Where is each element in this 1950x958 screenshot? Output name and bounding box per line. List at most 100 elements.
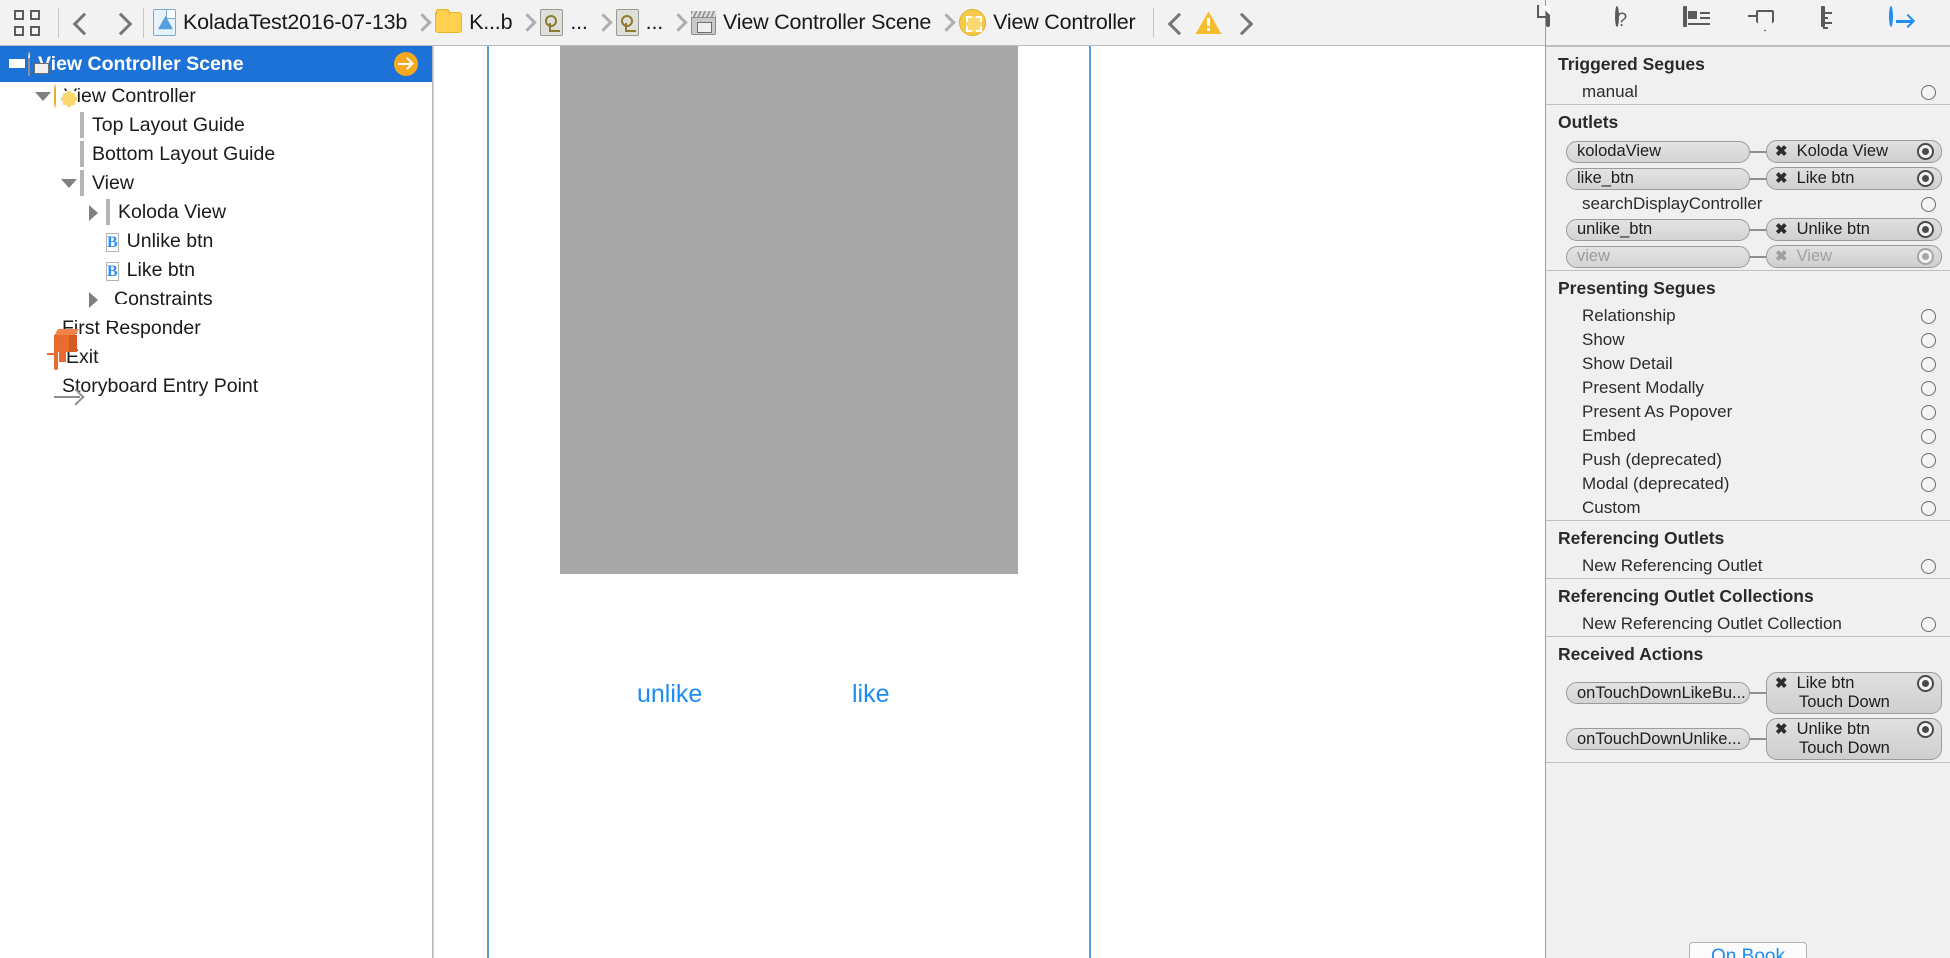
received-action-row[interactable]: onTouchDownUnlike... ✖ Unlike btn Touch Dow…: [1546, 716, 1950, 762]
referencing-outlet-collection-row[interactable]: New Referencing Outlet Collection: [1546, 612, 1950, 636]
connection-well-filled[interactable]: [1917, 721, 1934, 738]
presenting-segue-row[interactable]: Relationship: [1546, 304, 1950, 328]
scene-icon: [28, 51, 30, 76]
storyboard-canvas[interactable]: unlike like: [433, 46, 1545, 958]
connection-name-pill[interactable]: onTouchDownUnlike...: [1566, 728, 1750, 750]
connection-name-pill[interactable]: onTouchDownLikeBu...: [1566, 682, 1750, 704]
next-issue-button[interactable]: [1222, 10, 1258, 36]
connection-name-pill[interactable]: unlike_btn: [1566, 218, 1750, 241]
connection-well-empty[interactable]: [1921, 500, 1936, 516]
connection-target-pill[interactable]: ✖ Like btn: [1766, 167, 1942, 190]
connection-well-empty[interactable]: [1921, 404, 1936, 420]
connection-well-filled[interactable]: [1917, 248, 1934, 265]
disclosure-triangle-closed-icon[interactable]: [84, 290, 106, 310]
connection-target-pill[interactable]: ✖ Koloda View: [1766, 140, 1942, 163]
disconnect-icon[interactable]: ✖: [1775, 144, 1788, 159]
referencing-outlet-row[interactable]: New Referencing Outlet: [1546, 554, 1950, 578]
go-forward-button[interactable]: [101, 10, 137, 36]
presenting-segue-row[interactable]: Modal (deprecated): [1546, 472, 1950, 496]
outline-row-view-controller[interactable]: View Controller: [0, 82, 432, 111]
connection-well-filled[interactable]: [1917, 170, 1934, 187]
identity-inspector-icon[interactable]: [1683, 5, 1711, 38]
connection-well-empty[interactable]: [1921, 308, 1936, 324]
presenting-segue-row[interactable]: Custom: [1546, 496, 1950, 520]
outline-row-like-btn[interactable]: B Like btn: [0, 256, 432, 285]
connection-well-filled[interactable]: [1917, 675, 1934, 692]
attributes-inspector-icon[interactable]: [1748, 8, 1779, 38]
connection-well-empty[interactable]: [1921, 616, 1936, 632]
koloda-view-canvas-element[interactable]: [560, 46, 1018, 574]
bottom-layout-guide-icon: [80, 141, 84, 167]
received-action-row[interactable]: onTouchDownLikeBu... ✖ Like btn Touch Down: [1546, 670, 1950, 716]
connection-well-empty[interactable]: [1921, 428, 1936, 444]
outlet-row[interactable]: unlike_btn ✖ Unlike btn: [1546, 216, 1950, 243]
connection-target-pill[interactable]: ✖ Unlike btn: [1766, 218, 1942, 241]
outline-row-storyboard-entry-point[interactable]: Storyboard Entry Point: [0, 372, 432, 401]
outlet-row[interactable]: kolodaView ✖ Koloda View: [1546, 138, 1950, 165]
disconnect-icon[interactable]: ✖: [1775, 222, 1788, 237]
unlike-button-canvas[interactable]: unlike: [637, 680, 702, 709]
size-inspector-icon[interactable]: [1820, 5, 1848, 38]
connection-well-empty[interactable]: [1921, 84, 1936, 100]
quick-help-inspector-icon[interactable]: ?: [1614, 5, 1642, 38]
disclosure-triangle-open-icon[interactable]: [32, 87, 54, 107]
triggered-segue-row[interactable]: manual: [1546, 80, 1950, 104]
warning-icon[interactable]: [1195, 11, 1222, 34]
connection-name-pill[interactable]: kolodaView: [1566, 140, 1750, 163]
file-inspector-icon[interactable]: [1545, 5, 1573, 38]
disclosure-triangle-open-icon[interactable]: [6, 54, 28, 74]
connection-well-empty[interactable]: [1921, 380, 1936, 396]
connection-target-pill[interactable]: ✖ Like btn Touch Down: [1766, 672, 1942, 714]
connection-well-empty[interactable]: [1921, 476, 1936, 492]
outlet-row[interactable]: like_btn ✖ Like btn: [1546, 165, 1950, 192]
connection-well-empty[interactable]: [1921, 332, 1936, 348]
connections-inspector-icon[interactable]: [1889, 5, 1916, 38]
connection-name-pill[interactable]: view: [1566, 245, 1750, 268]
disclosure-triangle-open-icon[interactable]: [58, 174, 80, 194]
outline-row-view[interactable]: View: [0, 169, 432, 198]
outlet-row[interactable]: searchDisplayController: [1546, 192, 1950, 216]
disconnect-icon[interactable]: ✖: [1775, 249, 1788, 264]
connection-well-empty[interactable]: [1921, 356, 1936, 372]
previous-issue-button[interactable]: [1160, 10, 1196, 36]
connection-well-filled[interactable]: [1917, 221, 1934, 238]
breadcrumb-item-scene[interactable]: View Controller Scene: [688, 0, 934, 45]
presenting-segue-row[interactable]: Present As Popover: [1546, 400, 1950, 424]
presenting-segue-row[interactable]: Embed: [1546, 424, 1950, 448]
breadcrumb-item-project[interactable]: KoladaTest2016-07-13b: [150, 0, 410, 45]
editor-layout-icon[interactable]: [14, 9, 40, 36]
disconnect-icon[interactable]: ✖: [1775, 722, 1788, 737]
presenting-segue-row[interactable]: Present Modally: [1546, 376, 1950, 400]
outline-row-constraints[interactable]: Constraints: [0, 285, 432, 314]
breadcrumb-item-storyboard[interactable]: ...: [537, 0, 590, 45]
connection-well-empty[interactable]: [1921, 452, 1936, 468]
entry-point-badge[interactable]: [394, 52, 418, 76]
presenting-segue-row[interactable]: Push (deprecated): [1546, 448, 1950, 472]
like-button-canvas[interactable]: like: [852, 680, 890, 709]
outline-row-view-controller-scene[interactable]: View Controller Scene: [0, 46, 432, 82]
connection-name-pill[interactable]: like_btn: [1566, 167, 1750, 190]
outline-row-top-layout-guide[interactable]: Top Layout Guide: [0, 111, 432, 140]
breadcrumb-item-storyboard-2[interactable]: ...: [613, 0, 666, 45]
breadcrumb-item-view-controller[interactable]: View Controller: [956, 0, 1138, 45]
connection-well-empty[interactable]: [1921, 558, 1936, 574]
outlet-row[interactable]: view ✖ View: [1546, 243, 1950, 270]
connection-well-empty[interactable]: [1921, 196, 1936, 212]
outline-row-first-responder[interactable]: First Responder: [0, 314, 432, 352]
disconnect-icon[interactable]: ✖: [1775, 676, 1788, 691]
connection-target-pill[interactable]: ✖ Unlike btn Touch Down: [1766, 718, 1942, 760]
presenting-segue-row[interactable]: Show: [1546, 328, 1950, 352]
outline-row-koloda-view[interactable]: Koloda View: [0, 198, 432, 227]
connection-target-pill[interactable]: ✖ View: [1766, 245, 1942, 268]
connection-well-filled[interactable]: [1917, 143, 1934, 160]
outline-row-bottom-layout-guide[interactable]: Bottom Layout Guide: [0, 140, 432, 169]
go-back-button[interactable]: [65, 10, 101, 36]
outline-row-unlike-btn[interactable]: B Unlike btn: [0, 227, 432, 256]
disclosure-triangle-closed-icon[interactable]: [84, 203, 106, 223]
breadcrumb-item-folder[interactable]: K...b: [432, 0, 515, 45]
disconnect-icon[interactable]: ✖: [1775, 171, 1788, 186]
on-book-button[interactable]: On Book: [1689, 942, 1807, 958]
presenting-segue-row[interactable]: Show Detail: [1546, 352, 1950, 376]
view-controller-canvas[interactable]: unlike like: [487, 46, 1091, 958]
